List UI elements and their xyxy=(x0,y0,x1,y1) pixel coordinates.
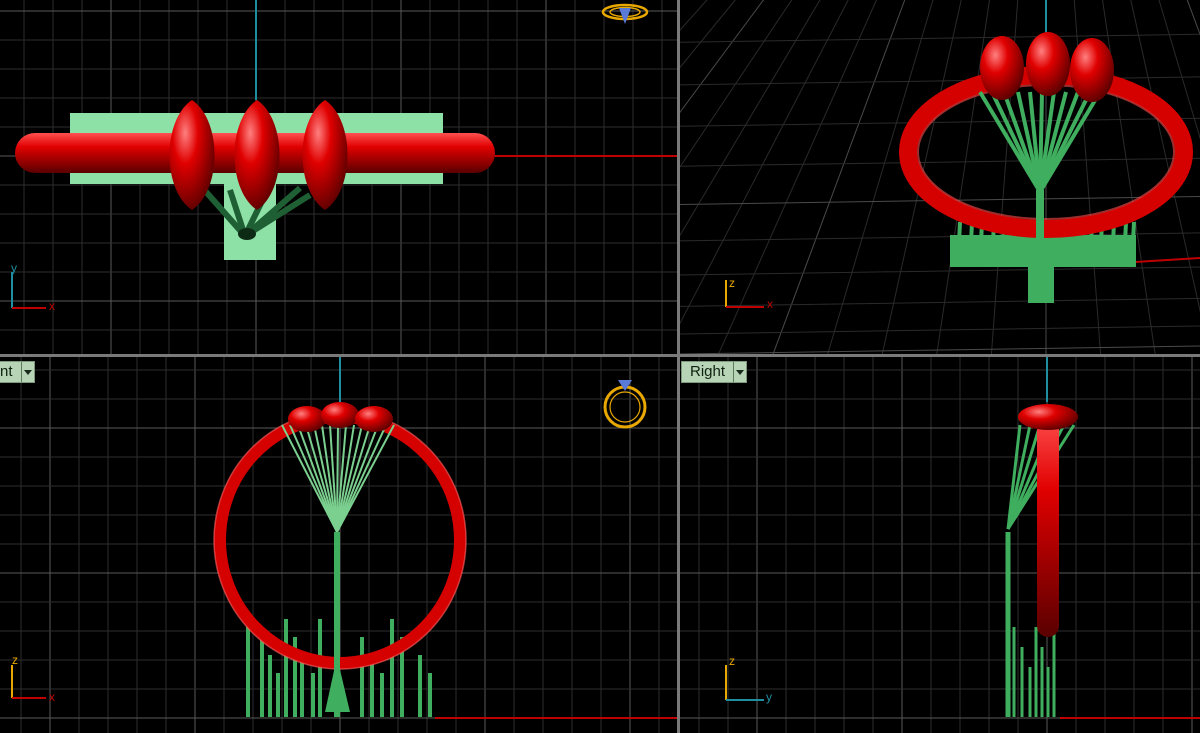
gem-right xyxy=(1070,38,1114,102)
support-fan xyxy=(978,90,1102,194)
axis-label-v: z xyxy=(729,654,735,668)
axis-gizmo-front xyxy=(11,665,46,699)
perspective-viewport[interactable]: z x xyxy=(680,0,1200,354)
ring-icon xyxy=(601,3,649,24)
right-grid xyxy=(680,357,1200,733)
gem-left xyxy=(288,406,326,432)
support-fan xyxy=(281,424,395,533)
top-viewport[interactable]: y x xyxy=(0,0,677,354)
gem-center xyxy=(1026,32,1070,96)
viewport-divider-vertical[interactable] xyxy=(677,0,680,733)
front-viewport[interactable]: nt z x xyxy=(0,357,677,733)
right-viewport-canvas[interactable] xyxy=(680,357,1200,733)
chevron-down-icon[interactable] xyxy=(20,362,34,382)
axis-label-v: z xyxy=(729,276,735,290)
chevron-down-icon[interactable] xyxy=(733,362,747,382)
support-pins xyxy=(1012,627,1056,717)
gem-right xyxy=(355,406,393,432)
axis-gizmo-right xyxy=(725,665,764,701)
right-viewport[interactable]: Right z y xyxy=(680,357,1200,733)
gem-side xyxy=(1018,404,1078,430)
top-viewport-canvas[interactable] xyxy=(0,0,677,354)
viewport-divider-horizontal[interactable] xyxy=(0,354,1200,357)
axis-label-h: x xyxy=(49,690,55,704)
support-hub xyxy=(238,228,256,240)
axis-label-h: x xyxy=(767,297,773,311)
ring-shank xyxy=(1037,412,1059,637)
viewport-menu-right[interactable]: Right xyxy=(681,361,748,383)
perspective-viewport-canvas[interactable] xyxy=(680,0,1200,354)
viewport-title: Right xyxy=(682,362,734,382)
axis-label-v: y xyxy=(11,261,17,275)
gem-center xyxy=(321,402,359,428)
axis-label-v: z xyxy=(12,653,18,667)
axis-gizmo-top xyxy=(11,272,46,309)
front-viewport-canvas[interactable] xyxy=(0,357,677,733)
world-x-axis-line xyxy=(1134,257,1200,263)
gem-left xyxy=(980,36,1024,100)
axis-label-h: x xyxy=(49,299,55,313)
viewport-title: nt xyxy=(0,362,21,382)
viewport-menu-front[interactable]: nt xyxy=(0,361,35,383)
perspective-grid xyxy=(680,0,1200,354)
axis-label-h: y xyxy=(766,690,772,704)
ring-icon xyxy=(603,380,647,429)
